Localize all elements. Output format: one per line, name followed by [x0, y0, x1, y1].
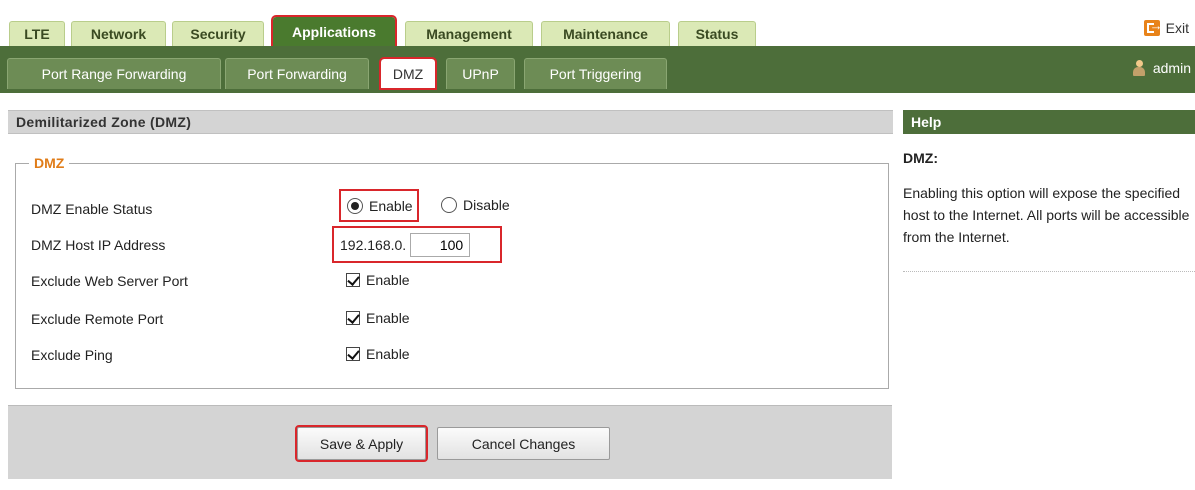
- tab-lte[interactable]: LTE: [9, 21, 65, 46]
- subtab-dmz[interactable]: DMZ: [379, 57, 437, 90]
- button-bar: Save & Apply Cancel Changes: [8, 405, 892, 479]
- dmz-host-ip-label: DMZ Host IP Address: [31, 237, 166, 253]
- checkbox-indicator[interactable]: [346, 311, 360, 325]
- user-icon: [1132, 60, 1145, 76]
- help-body: Enabling this option will expose the spe…: [903, 185, 1190, 245]
- radio-enable-label: Enable: [369, 197, 413, 214]
- help-header: Help: [903, 110, 1195, 134]
- dmz-enable-status-label: DMZ Enable Status: [31, 201, 153, 217]
- checkbox-indicator[interactable]: [346, 347, 360, 361]
- exclude-remote-checkbox[interactable]: Enable: [346, 310, 410, 326]
- help-divider: [903, 271, 1195, 272]
- exit-icon: [1143, 18, 1163, 36]
- exclude-web-checkbox[interactable]: Enable: [346, 272, 410, 288]
- help-title: DMZ:: [903, 150, 938, 166]
- dmz-host-ip-group: 192.168.0.: [332, 226, 502, 263]
- exclude-ping-checkbox[interactable]: Enable: [346, 346, 410, 362]
- checkbox-label: Enable: [366, 272, 410, 288]
- radio-disable-indicator[interactable]: [441, 197, 457, 213]
- dmz-disable-radio[interactable]: Disable: [441, 197, 510, 213]
- section-title: Demilitarized Zone (DMZ): [8, 110, 893, 134]
- user-area: admin: [1132, 58, 1191, 78]
- subtab-port-triggering[interactable]: Port Triggering: [524, 58, 667, 89]
- ip-last-octet-input[interactable]: [410, 232, 471, 257]
- fieldset-legend: DMZ: [29, 155, 70, 171]
- exclude-ping-label: Exclude Ping: [31, 347, 113, 363]
- subtab-port-range-forwarding[interactable]: Port Range Forwarding: [7, 58, 221, 89]
- subtab-port-forwarding[interactable]: Port Forwarding: [225, 58, 369, 89]
- checkbox-label: Enable: [366, 310, 410, 326]
- exit-link[interactable]: Exit: [1143, 18, 1189, 38]
- radio-enable-indicator[interactable]: [347, 197, 363, 214]
- username: admin: [1152, 60, 1191, 76]
- tab-network[interactable]: Network: [71, 21, 166, 46]
- cancel-changes-button[interactable]: Cancel Changes: [437, 427, 610, 460]
- tab-applications[interactable]: Applications: [271, 15, 397, 48]
- save-apply-button[interactable]: Save & Apply: [295, 425, 428, 462]
- radio-disable-label: Disable: [463, 197, 510, 213]
- tab-management[interactable]: Management: [405, 21, 533, 46]
- tab-status[interactable]: Status: [678, 21, 756, 46]
- ip-prefix: 192.168.0.: [340, 236, 407, 253]
- checkbox-label: Enable: [366, 346, 410, 362]
- tab-security[interactable]: Security: [172, 21, 264, 46]
- exit-label: Exit: [1165, 20, 1189, 36]
- dmz-enable-radio[interactable]: Enable: [339, 189, 419, 222]
- exclude-remote-label: Exclude Remote Port: [31, 311, 164, 327]
- checkbox-indicator[interactable]: [346, 273, 360, 287]
- tab-maintenance[interactable]: Maintenance: [541, 21, 670, 46]
- sub-navigation: Port Range Forwarding Port Forwarding DM…: [0, 46, 1195, 93]
- subtab-upnp[interactable]: UPnP: [446, 58, 515, 89]
- exclude-web-label: Exclude Web Server Port: [31, 273, 188, 289]
- top-navigation: LTE Network Security Applications Manage…: [0, 0, 1195, 48]
